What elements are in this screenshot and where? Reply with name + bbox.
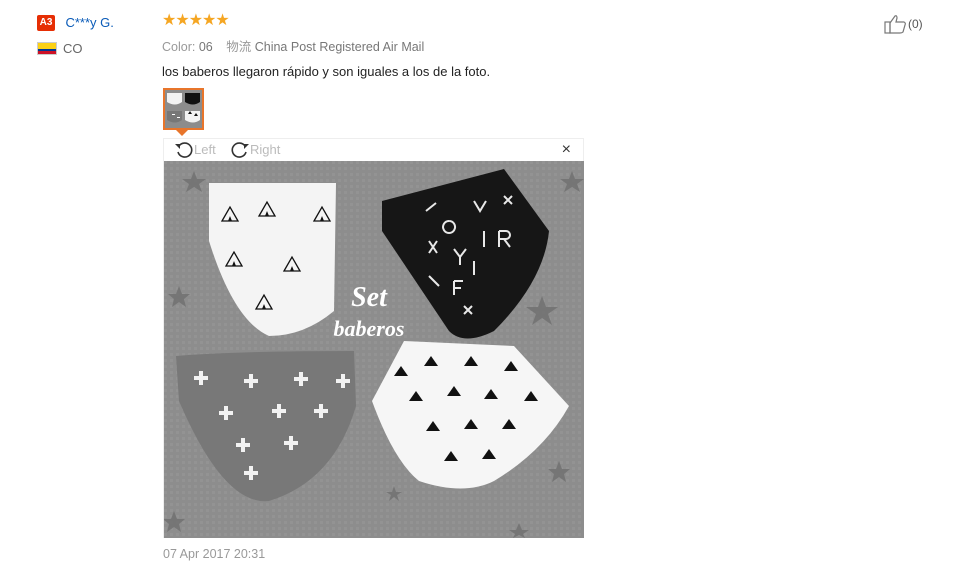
photo-caption-baberos: baberos xyxy=(334,316,405,341)
review-text: los baberos llegaron rápido y son iguale… xyxy=(162,64,491,79)
shipping-label: 物流 xyxy=(226,40,252,54)
review-meta: Color: 06 物流 China Post Registered Air M… xyxy=(162,36,862,55)
buyer-name: C***y G. xyxy=(65,15,114,31)
viewer-toolbar: Left Right × xyxy=(164,139,583,161)
rotate-left-button[interactable]: Left xyxy=(174,140,216,158)
buyer-country: CO xyxy=(63,41,83,56)
colombia-flag-icon xyxy=(37,42,57,55)
review-date: 07 Apr 2017 20:31 xyxy=(163,547,266,561)
shipping-value: China Post Registered Air Mail xyxy=(254,40,425,54)
helpful-like-button[interactable]: (0) xyxy=(884,14,923,34)
color-label: Color: xyxy=(162,40,196,54)
photo-caption-set: Set xyxy=(351,282,388,313)
rotate-right-label: Right xyxy=(250,141,281,157)
rotate-left-label: Left xyxy=(194,141,216,157)
review-photo-thumbnail[interactable] xyxy=(163,88,204,130)
rotate-left-icon xyxy=(175,142,193,158)
rotate-right-icon xyxy=(231,142,249,158)
rotate-right-button[interactable]: Right xyxy=(230,140,280,158)
photo-viewer: Left Right × Set baberos xyxy=(163,138,584,538)
thumbnail-pointer xyxy=(176,130,188,136)
thumbs-up-icon xyxy=(884,15,906,34)
color-value: 06 xyxy=(198,40,213,54)
like-count: (0) xyxy=(908,17,923,31)
buyer-level-badge: A3 xyxy=(37,14,55,31)
close-viewer-button[interactable]: × xyxy=(562,142,571,158)
review-photo: Set baberos xyxy=(164,161,584,538)
review-body: ★★★★★ Color: 06 物流 China Post Registered… xyxy=(162,12,862,79)
buyer-info: A3 C***y G. CO xyxy=(37,14,147,56)
star-rating: ★★★★★ xyxy=(162,12,230,29)
